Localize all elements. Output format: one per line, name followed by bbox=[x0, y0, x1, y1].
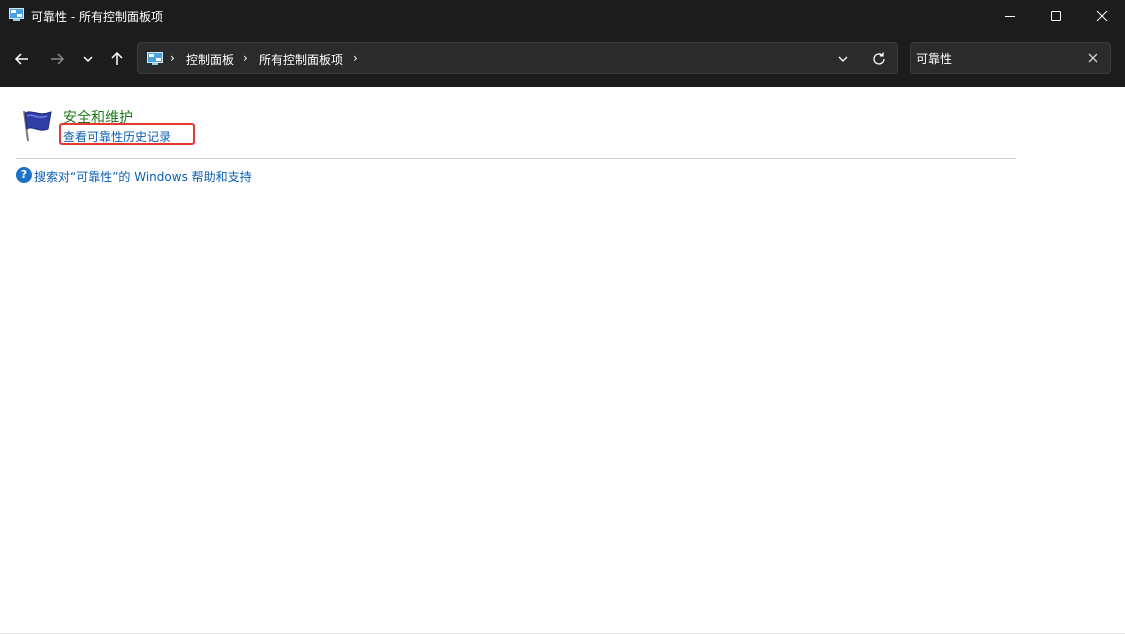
window-title: 可靠性 - 所有控制面板项 bbox=[31, 10, 163, 24]
highlight-box bbox=[59, 123, 195, 145]
help-icon: ? bbox=[16, 167, 32, 183]
up-button[interactable] bbox=[103, 45, 131, 73]
forward-button[interactable] bbox=[43, 45, 71, 73]
search-results-pane: 安全和维护 查看可靠性历史记录 ? 搜索对“可靠性”的 Windows 帮助和支… bbox=[0, 87, 1125, 634]
control-panel-icon bbox=[147, 52, 163, 65]
breadcrumb-separator[interactable]: › bbox=[353, 51, 358, 65]
recent-locations-button[interactable] bbox=[74, 45, 102, 73]
breadcrumb-separator[interactable]: › bbox=[170, 51, 175, 65]
address-bar[interactable]: › 控制面板 › 所有控制面板项 › bbox=[137, 42, 898, 74]
close-button[interactable] bbox=[1079, 0, 1125, 31]
flag-icon bbox=[23, 110, 52, 142]
maximize-icon bbox=[1051, 10, 1061, 21]
close-icon bbox=[1096, 10, 1108, 21]
arrow-left-icon bbox=[14, 53, 28, 65]
maximize-button[interactable] bbox=[1033, 0, 1079, 31]
arrow-right-icon bbox=[51, 53, 65, 65]
chevron-down-icon[interactable] bbox=[835, 51, 851, 67]
windows-help-link[interactable]: 搜索对“可靠性”的 Windows 帮助和支持 bbox=[34, 168, 252, 185]
back-button[interactable] bbox=[8, 45, 36, 73]
control-panel-window: 可靠性 - 所有控制面板项 › 控制面板 › 所有控制面板项 › 可靠性 安全和… bbox=[0, 0, 1125, 634]
breadcrumb-separator[interactable]: › bbox=[243, 51, 248, 65]
minimize-button[interactable] bbox=[987, 0, 1033, 31]
navigation-bar: › 控制面板 › 所有控制面板项 › bbox=[0, 31, 1125, 87]
control-panel-icon bbox=[9, 8, 24, 21]
clear-search-icon[interactable] bbox=[1087, 52, 1099, 64]
breadcrumb-control-panel[interactable]: 控制面板 bbox=[186, 51, 234, 68]
search-box[interactable] bbox=[910, 42, 1111, 74]
chevron-down-icon bbox=[83, 56, 93, 63]
breadcrumb-all-control-panel-items[interactable]: 所有控制面板项 bbox=[259, 51, 343, 68]
title-bar: 可靠性 - 所有控制面板项 bbox=[0, 0, 1125, 31]
minimize-icon bbox=[1005, 15, 1015, 17]
refresh-icon[interactable] bbox=[870, 50, 888, 68]
search-input[interactable] bbox=[916, 49, 1076, 67]
arrow-up-icon bbox=[111, 51, 123, 65]
divider bbox=[16, 158, 1016, 159]
